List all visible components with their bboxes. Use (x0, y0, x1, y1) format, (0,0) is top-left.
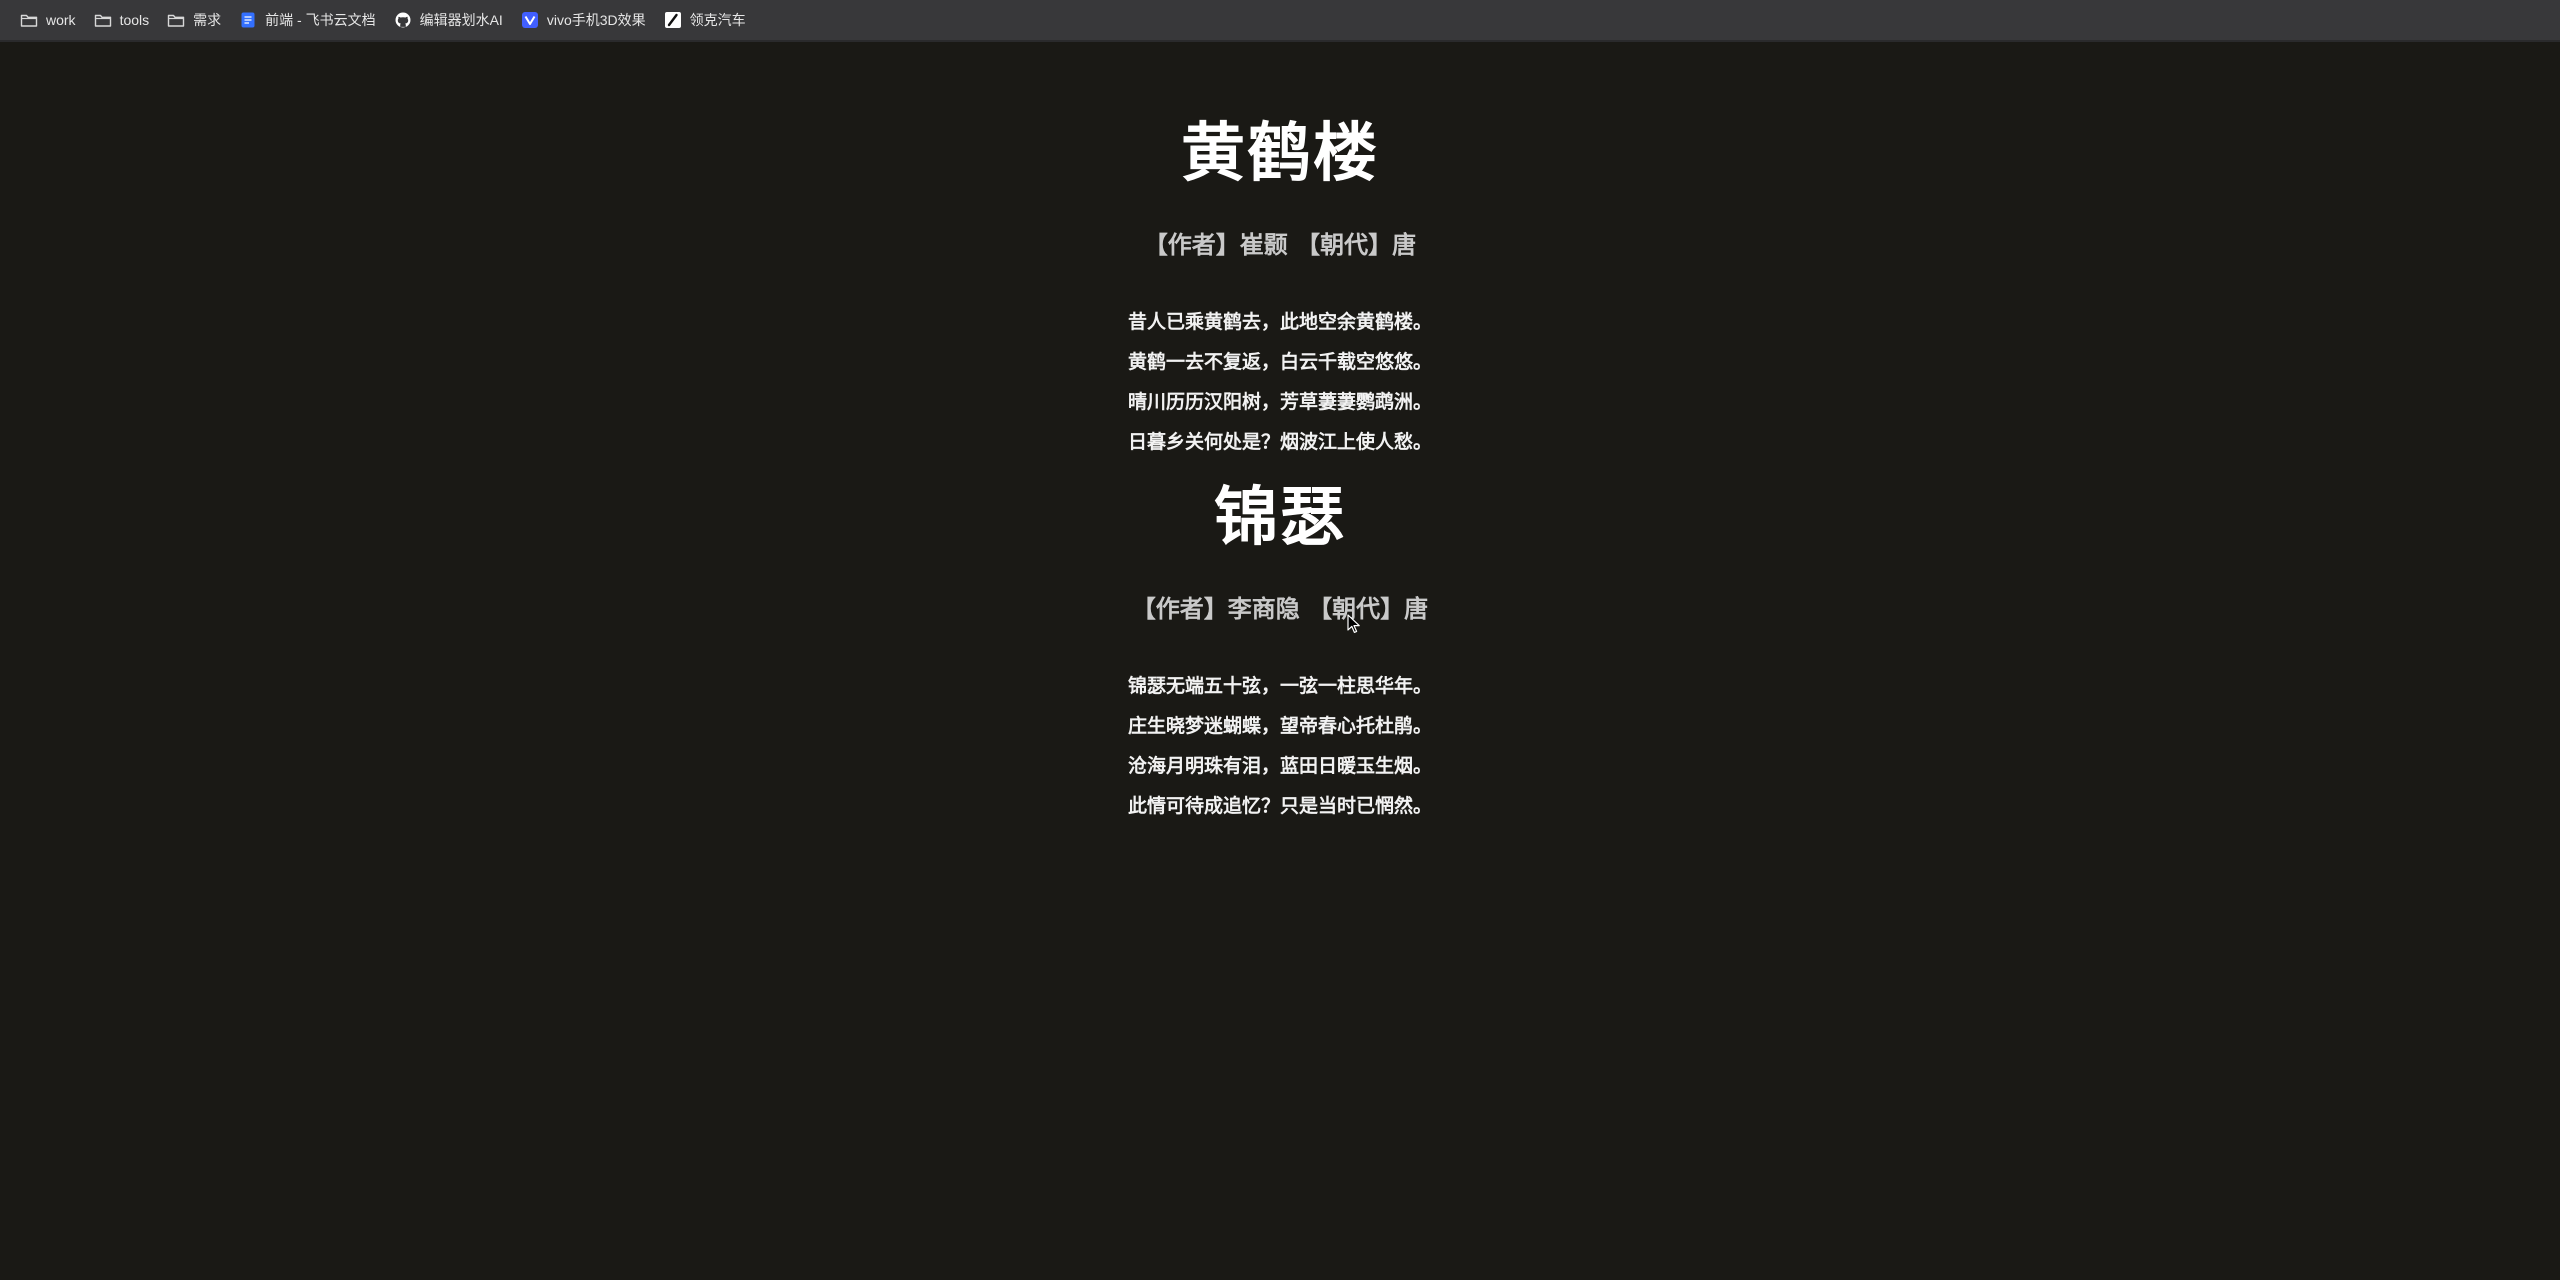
poem-meta: 【作者】李商隐 【朝代】唐 (1131, 595, 1429, 623)
poem-line: 黄鹤一去不复返，白云千载空悠悠。 (1127, 351, 1432, 373)
folder-icon (94, 11, 112, 29)
bookmark-label: work (46, 12, 76, 28)
poem-title: 黄鹤楼 (1181, 117, 1379, 191)
poem-huanghelou: 黄鹤楼 【作者】崔颢 【朝代】唐 昔人已乘黄鹤去，此地空余黄鹤楼。 黄鹤一去不复… (0, 118, 2560, 462)
poem-lines: 锦瑟无端五十弦，一弦一柱思华年。 庄生晓梦迷蝴蝶，望帝春心托杜鹃。 沧海月明珠有… (0, 666, 2560, 826)
github-icon (394, 11, 412, 29)
bookmark-label: 需求 (193, 12, 222, 28)
pen-icon (664, 11, 682, 29)
poem-line: 锦瑟无端五十弦，一弦一柱思华年。 (1127, 675, 1432, 697)
bookmark-feishu-doc[interactable]: 前端 - 飞书云文档 (231, 4, 383, 36)
bookmark-label: 前端 - 飞书云文档 (265, 12, 376, 28)
bookmark-editor-ai[interactable]: 编辑器划水AI (386, 4, 511, 36)
poem-meta: 【作者】崔颢 【朝代】唐 (1143, 231, 1417, 259)
poem-title: 锦瑟 (1214, 481, 1346, 555)
poem-line: 此情可待成追忆？只是当时已惘然。 (1127, 795, 1432, 817)
doc-icon (239, 11, 257, 29)
bookmark-work[interactable]: work (12, 4, 84, 36)
bookmark-label: vivo手机3D效果 (546, 12, 646, 28)
page-content: 黄鹤楼 【作者】崔颢 【朝代】唐 昔人已乘黄鹤去，此地空余黄鹤楼。 黄鹤一去不复… (0, 44, 2560, 1280)
bookmark-vivo-3d[interactable]: vivo手机3D效果 (513, 4, 654, 36)
poem-line: 昔人已乘黄鹤去，此地空余黄鹤楼。 (1127, 311, 1432, 333)
mouse-cursor-icon (1347, 614, 1360, 633)
poem-line: 日暮乡关何处是？烟波江上使人愁。 (1127, 431, 1432, 453)
bookmark-label: tools (119, 12, 150, 28)
bookmark-label: 编辑器划水AI (419, 12, 503, 28)
poem-lines: 昔人已乘黄鹤去，此地空余黄鹤楼。 黄鹤一去不复返，白云千载空悠悠。 晴川历历汉阳… (0, 302, 2560, 462)
vivo-icon (521, 11, 539, 29)
poem-line: 沧海月明珠有泪，蓝田日暖玉生烟。 (1127, 755, 1432, 777)
poem-line: 晴川历历汉阳树，芳草萋萋鹦鹉洲。 (1127, 391, 1432, 413)
bookmarks-bar: work tools 需求 前端 - 飞书云文档 编辑器划水AI vivo手机3… (0, 0, 2560, 42)
poem-line: 庄生晓梦迷蝴蝶，望帝春心托杜鹃。 (1127, 715, 1432, 737)
folder-icon (20, 11, 38, 29)
folder-icon (167, 11, 185, 29)
bookmark-lynk-co[interactable]: 领克汽车 (656, 4, 754, 36)
bookmark-requirements[interactable]: 需求 (159, 4, 229, 36)
poem-jinse: 锦瑟 【作者】李商隐 【朝代】唐 锦瑟无端五十弦，一弦一柱思华年。 庄生晓梦迷蝴… (0, 482, 2560, 826)
bookmark-label: 领克汽车 (689, 12, 746, 28)
bookmark-tools[interactable]: tools (86, 4, 158, 36)
